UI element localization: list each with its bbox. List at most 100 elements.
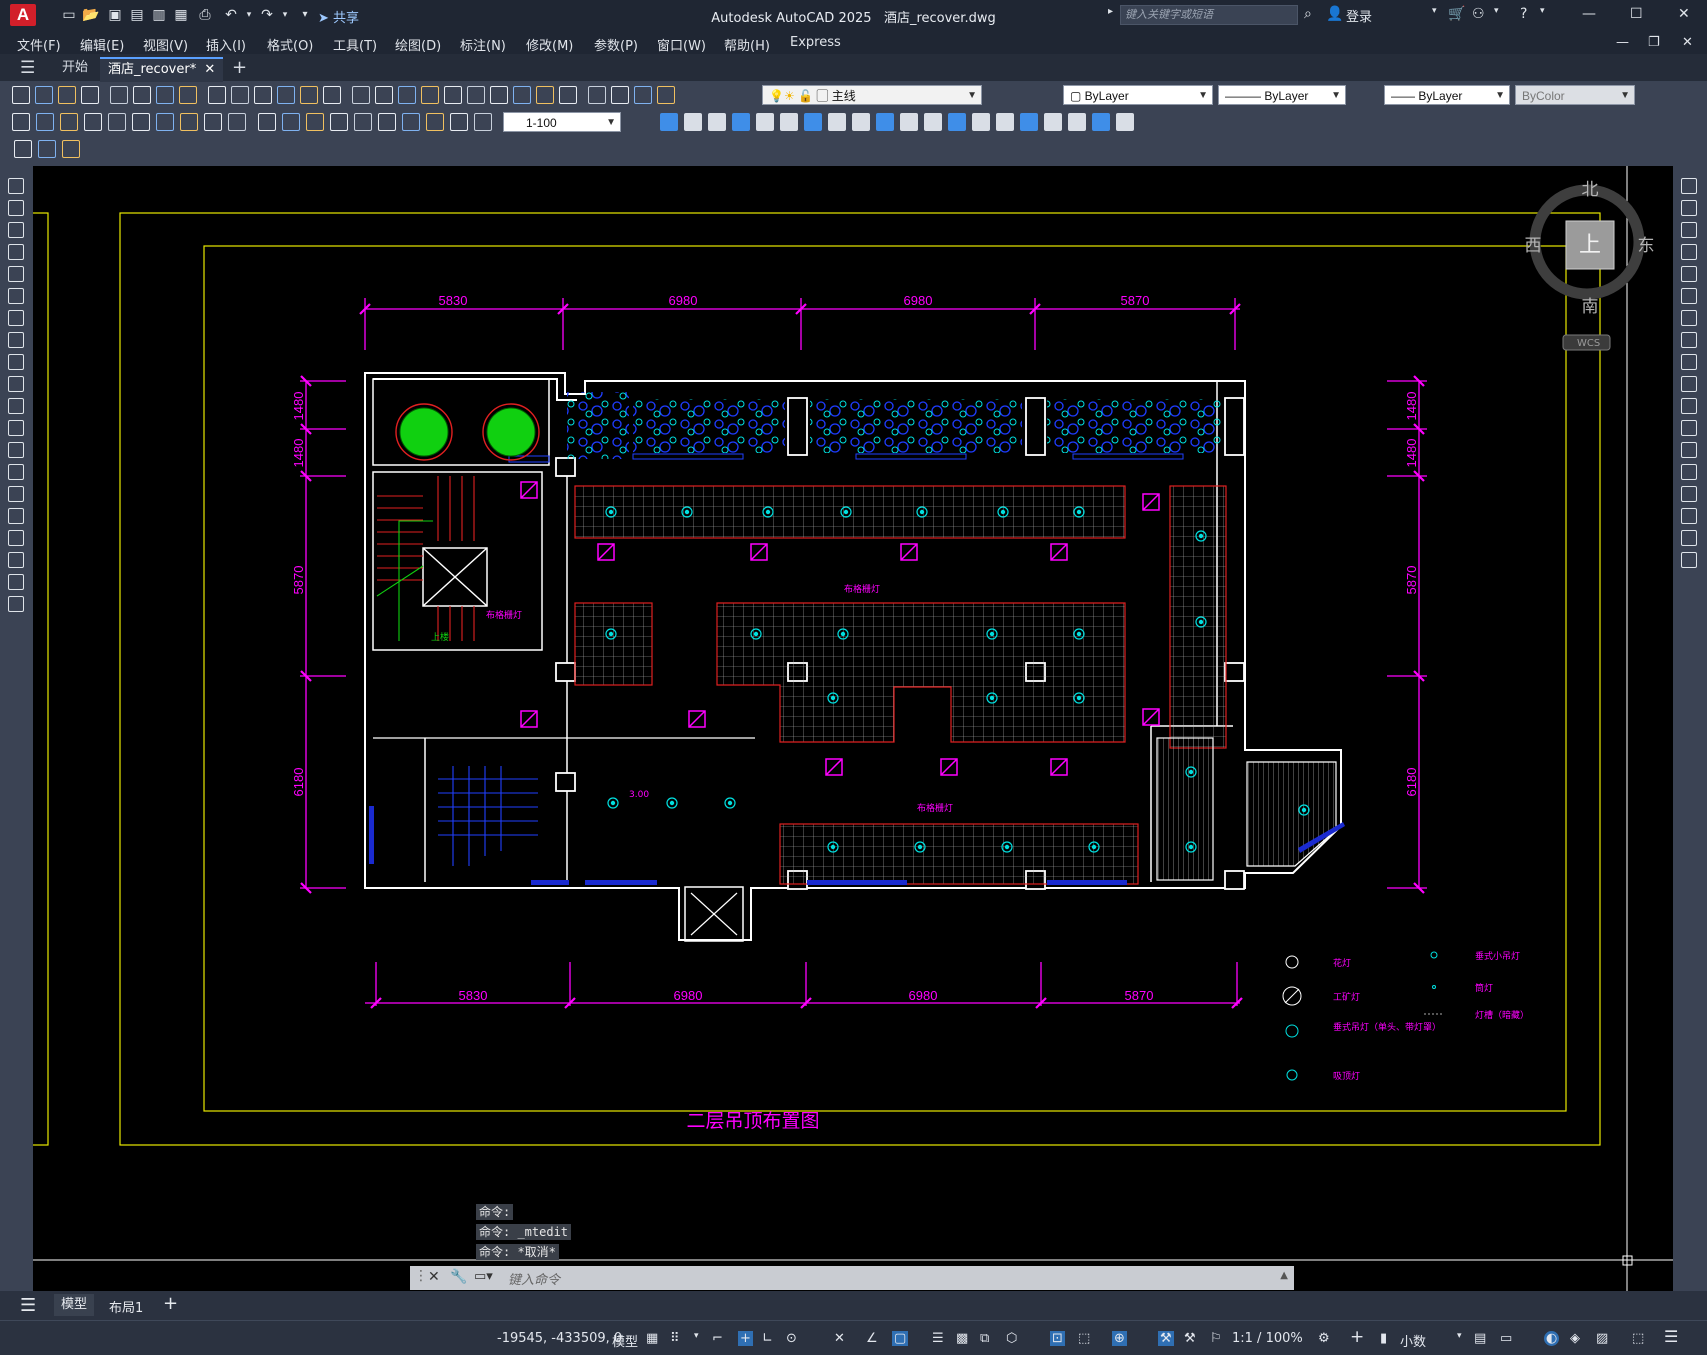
snap-dropdown-icon[interactable]: ▾: [694, 1331, 699, 1341]
toolbar-tool-icon[interactable]: [108, 113, 126, 131]
draw-tool-icon[interactable]: [1681, 398, 1697, 414]
menu-dimension[interactable]: 标注(N): [460, 35, 506, 54]
osnap-tracking-icon[interactable]: ∠: [866, 1331, 878, 1346]
plot-icon[interactable]: ⎙: [196, 6, 214, 24]
draw-tool-icon[interactable]: [8, 376, 24, 392]
doc-restore-icon[interactable]: ❐: [1648, 35, 1660, 50]
workspace-gear-icon[interactable]: ⚙: [1318, 1331, 1330, 1346]
doc-close-icon[interactable]: ✕: [1682, 35, 1693, 50]
hardware-accel-icon[interactable]: ◈: [1570, 1331, 1580, 1346]
toolbar-tool-icon[interactable]: [231, 86, 249, 104]
draw-tool-icon[interactable]: [8, 442, 24, 458]
toolbar-tool-icon[interactable]: [634, 86, 652, 104]
draw-tool-icon[interactable]: [1681, 486, 1697, 502]
toolbar-tool-icon[interactable]: [756, 113, 774, 131]
toolbar-tool-icon[interactable]: [1020, 113, 1038, 131]
close-icon[interactable]: ✕: [1678, 6, 1690, 22]
draw-tool-icon[interactable]: [8, 200, 24, 216]
annotation-scale-value[interactable]: 1:1 / 100%: [1232, 1331, 1303, 1346]
toolbar-tool-icon[interactable]: [179, 86, 197, 104]
toolbar-tool-icon[interactable]: [660, 113, 678, 131]
toolbar-tool-icon[interactable]: [490, 86, 508, 104]
dim-scale-dropdown[interactable]: 1-100 ▼: [503, 112, 621, 132]
toolbar-tool-icon[interactable]: [81, 86, 99, 104]
selection-filter-icon[interactable]: ⬚: [1078, 1331, 1090, 1346]
new-tab-icon[interactable]: +: [224, 57, 255, 81]
3dosnap-icon[interactable]: ⬡: [1006, 1331, 1017, 1346]
save-as-icon[interactable]: ▤: [128, 6, 146, 24]
auto-scale-icon[interactable]: ⚒: [1184, 1331, 1196, 1346]
toolbar-tool-icon[interactable]: [208, 86, 226, 104]
draw-tool-icon[interactable]: [8, 420, 24, 436]
menu-tools[interactable]: 工具(T): [333, 35, 377, 54]
draw-tool-icon[interactable]: [8, 596, 24, 612]
isolate-objects-icon[interactable]: ◐: [1544, 1331, 1560, 1346]
redo-dropdown-icon[interactable]: ▾: [276, 6, 294, 24]
snap-icon[interactable]: ⠿: [670, 1331, 680, 1346]
toolbar-tool-icon[interactable]: [60, 113, 78, 131]
search-icon[interactable]: ⌕: [1304, 6, 1312, 22]
lock-ui-icon[interactable]: ▭: [1500, 1331, 1512, 1346]
toolbar-tool-icon[interactable]: [402, 113, 420, 131]
ortho-icon[interactable]: ∟: [762, 1331, 773, 1346]
tab-close-icon[interactable]: ✕: [204, 62, 215, 77]
command-input[interactable]: 键入命令: [508, 1269, 560, 1288]
toolbar-tool-icon[interactable]: [474, 113, 492, 131]
save-icon[interactable]: ▣: [106, 6, 124, 24]
toolbar-tool-icon[interactable]: [972, 113, 990, 131]
layout-menu-icon[interactable]: ☰: [20, 1295, 36, 1316]
toolbar-tool-icon[interactable]: [300, 86, 318, 104]
toolbar-tool-icon[interactable]: [588, 86, 606, 104]
user-icon[interactable]: 👤: [1326, 6, 1343, 22]
new-file-icon[interactable]: ▭: [60, 6, 78, 24]
toolbar-tool-icon[interactable]: [1044, 113, 1062, 131]
menu-express[interactable]: Express: [790, 35, 841, 50]
publish-icon[interactable]: ▥: [150, 6, 168, 24]
draw-tool-icon[interactable]: [1681, 200, 1697, 216]
login-dropdown-icon[interactable]: ▾: [1432, 6, 1437, 16]
units-dropdown[interactable]: 小数: [1400, 1331, 1426, 1350]
menu-parametric[interactable]: 参数(P): [594, 35, 638, 54]
draw-tool-icon[interactable]: [1681, 332, 1697, 348]
draw-tool-icon[interactable]: [1681, 354, 1697, 370]
toolbar-tool-icon[interactable]: [306, 113, 324, 131]
toolbar-tool-icon[interactable]: [36, 113, 54, 131]
toolbar-tool-icon[interactable]: [84, 113, 102, 131]
toolbar-tool-icon[interactable]: [156, 86, 174, 104]
menu-format[interactable]: 格式(O): [267, 35, 313, 54]
search-expand-icon[interactable]: ▸: [1108, 6, 1113, 17]
toolbar-tool-icon[interactable]: [180, 113, 198, 131]
draw-tool-icon[interactable]: [8, 310, 24, 326]
draw-tool-icon[interactable]: [8, 508, 24, 524]
toolbar-tool-icon[interactable]: [12, 86, 30, 104]
toolbar-tool-icon[interactable]: [444, 86, 462, 104]
draw-tool-icon[interactable]: [8, 354, 24, 370]
linetype-dropdown[interactable]: ——— ByLayer ▼: [1218, 85, 1346, 105]
draw-tool-icon[interactable]: [1681, 530, 1697, 546]
draw-tool-icon[interactable]: [1681, 442, 1697, 458]
toolbar-tool-icon[interactable]: [375, 86, 393, 104]
dynamic-input-icon[interactable]: +: [738, 1331, 753, 1346]
osnap-icon[interactable]: ▢: [892, 1331, 909, 1346]
toolbar-tool-icon[interactable]: [996, 113, 1014, 131]
toolbar-tool-icon[interactable]: [900, 113, 918, 131]
units-icon[interactable]: ▮: [1380, 1331, 1387, 1346]
close-command-icon[interactable]: ✕: [428, 1269, 440, 1285]
isodraft-icon[interactable]: ✕: [834, 1331, 845, 1346]
lineweight-icon[interactable]: ☰: [932, 1331, 944, 1346]
toolbar-tool-icon[interactable]: [450, 113, 468, 131]
toolbar-tool-icon[interactable]: [467, 86, 485, 104]
draw-tool-icon[interactable]: [8, 486, 24, 502]
model-space-button[interactable]: 模型: [612, 1331, 638, 1350]
fullscreen-icon[interactable]: ⬚: [1632, 1331, 1644, 1346]
draw-tool-icon[interactable]: [8, 178, 24, 194]
toolbar-tool-icon[interactable]: [559, 86, 577, 104]
grid-icon[interactable]: ▦: [646, 1331, 658, 1346]
annotation-scale-icon[interactable]: ⚐: [1210, 1331, 1222, 1346]
command-expand-icon[interactable]: ▲: [1280, 1270, 1288, 1281]
draw-tool-icon[interactable]: [1681, 552, 1697, 568]
customize-toolbar-icon[interactable]: ▾: [296, 6, 314, 24]
toolbar-tool-icon[interactable]: [378, 113, 396, 131]
plot-web-icon[interactable]: ▦: [172, 6, 190, 24]
annotation-monitor-icon[interactable]: +: [1350, 1327, 1364, 1347]
